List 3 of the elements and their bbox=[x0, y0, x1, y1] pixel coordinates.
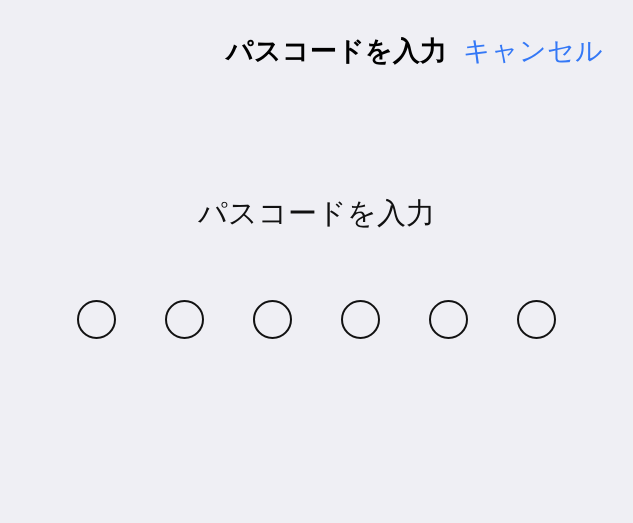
screen-title: パスコードを入力 bbox=[226, 35, 447, 69]
passcode-prompt: パスコードを入力 bbox=[197, 195, 436, 232]
cancel-button[interactable]: キャンセル bbox=[463, 33, 603, 69]
